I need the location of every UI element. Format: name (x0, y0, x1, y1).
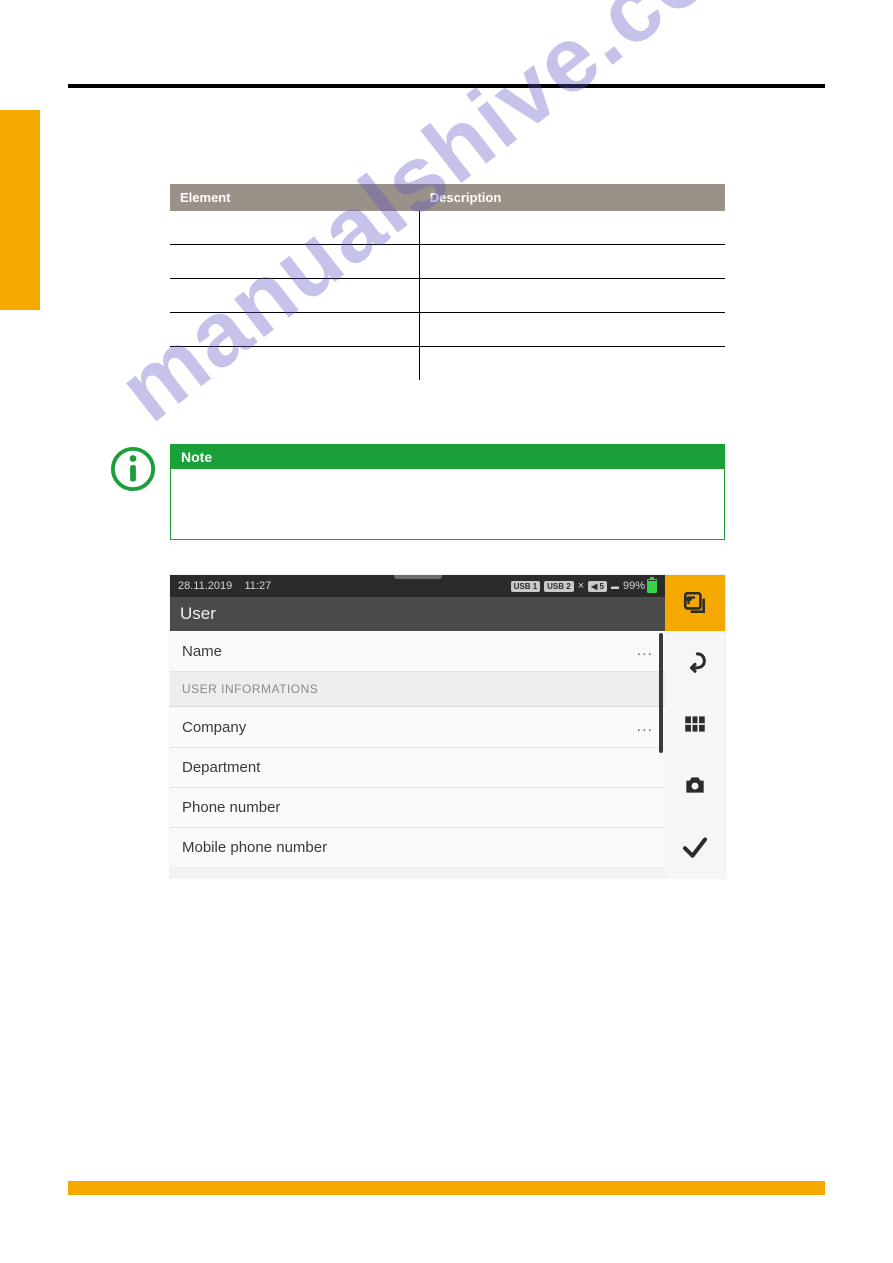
step: → Touch + to add a user. (170, 959, 725, 979)
company-field[interactable]: Company ... (170, 707, 665, 748)
device-screenshot: 28.11.2019 11:27 USB 1 USB 2 × ◀ 5 ▬ 99% (170, 575, 725, 878)
note-body: You can use the password to protect the … (171, 469, 724, 539)
step: → Give the user a name using the keyboar… (170, 991, 725, 1011)
battery-icon (647, 579, 657, 593)
usb2-badge: USB 2 (544, 581, 574, 592)
table-header-element: Element (170, 184, 420, 211)
device-title: User (170, 597, 665, 631)
mobile-label: Mobile phone number (182, 839, 327, 856)
company-more-button[interactable]: ... (637, 718, 653, 736)
close-x-icon: × (578, 580, 584, 592)
step: → Confirm by pressing ✔ . (170, 1024, 725, 1044)
note-box: Note You can use the password to protect… (170, 444, 725, 540)
camera-button[interactable] (665, 755, 725, 817)
usb1-badge: USB 1 (511, 581, 541, 592)
name-field[interactable]: Name ... (170, 631, 665, 672)
footer-bar (68, 1181, 825, 1195)
table-row: Department Department of the user (170, 279, 725, 313)
table-header-description: Description (420, 184, 725, 211)
confirm-button[interactable] (665, 816, 725, 878)
table-row: Name Name of the user (170, 211, 725, 245)
info-icon (110, 446, 156, 497)
procedure-block: Creating a new user → In the Name field,… (170, 895, 725, 1088)
table-row: Phone Number User's telephone number (170, 313, 725, 347)
switch-user-button[interactable] (665, 575, 725, 631)
switch-icon (682, 590, 708, 616)
name-more-button[interactable]: ... (637, 642, 653, 660)
section-number: 4.5.2 (68, 122, 112, 145)
company-label: Company (182, 719, 246, 736)
table-row: Company Company of the user (170, 245, 725, 279)
mobile-field[interactable]: Mobile phone number (170, 828, 665, 867)
step: → Enter the additional user information. (170, 1056, 725, 1076)
grid-icon (682, 711, 708, 737)
battery-pct: 99% (623, 580, 645, 592)
user-info-section-header: USER INFORMATIONS (170, 672, 665, 707)
department-label: Department (182, 759, 260, 776)
grid-button[interactable] (665, 693, 725, 755)
status-time: 11:27 (244, 580, 271, 592)
table-row: Mobile User's mobile phone number (170, 347, 725, 381)
notch (394, 575, 442, 579)
scrollbar[interactable] (659, 633, 663, 753)
side-tab (0, 110, 40, 310)
name-label: Name (182, 643, 222, 660)
back-button[interactable] (665, 631, 725, 693)
phone-field[interactable]: Phone number (170, 788, 665, 828)
procedure-heading: Creating a new user (170, 895, 725, 915)
status-date: 28.11.2019 (178, 580, 232, 592)
top-rule (68, 84, 825, 88)
check-icon (680, 832, 710, 862)
paragraph: The following user information can addit… (170, 410, 725, 425)
section-title: Creating, editing and deleting a user (176, 122, 522, 145)
footer-text: BAUR GmbH · 827-071-8 · 12.2019 (650, 1212, 825, 1224)
department-field[interactable]: Department (170, 748, 665, 788)
section-intro: The following information can be specifi… (176, 156, 716, 171)
device-status-bar: 28.11.2019 11:27 USB 1 USB 2 × ◀ 5 ▬ 99% (170, 575, 665, 597)
camera-icon (682, 772, 708, 798)
back-icon (681, 648, 709, 676)
page-number: 30 (68, 1209, 82, 1224)
phone-label: Phone number (182, 799, 280, 816)
running-header: Getting Started (68, 54, 162, 70)
volume-badge: ◀ 5 (588, 581, 607, 592)
step: → In the Name field, touch the three dot… (170, 927, 725, 947)
note-title: Note (171, 445, 724, 469)
elements-table: Element Description Name Name of the use… (170, 184, 725, 380)
